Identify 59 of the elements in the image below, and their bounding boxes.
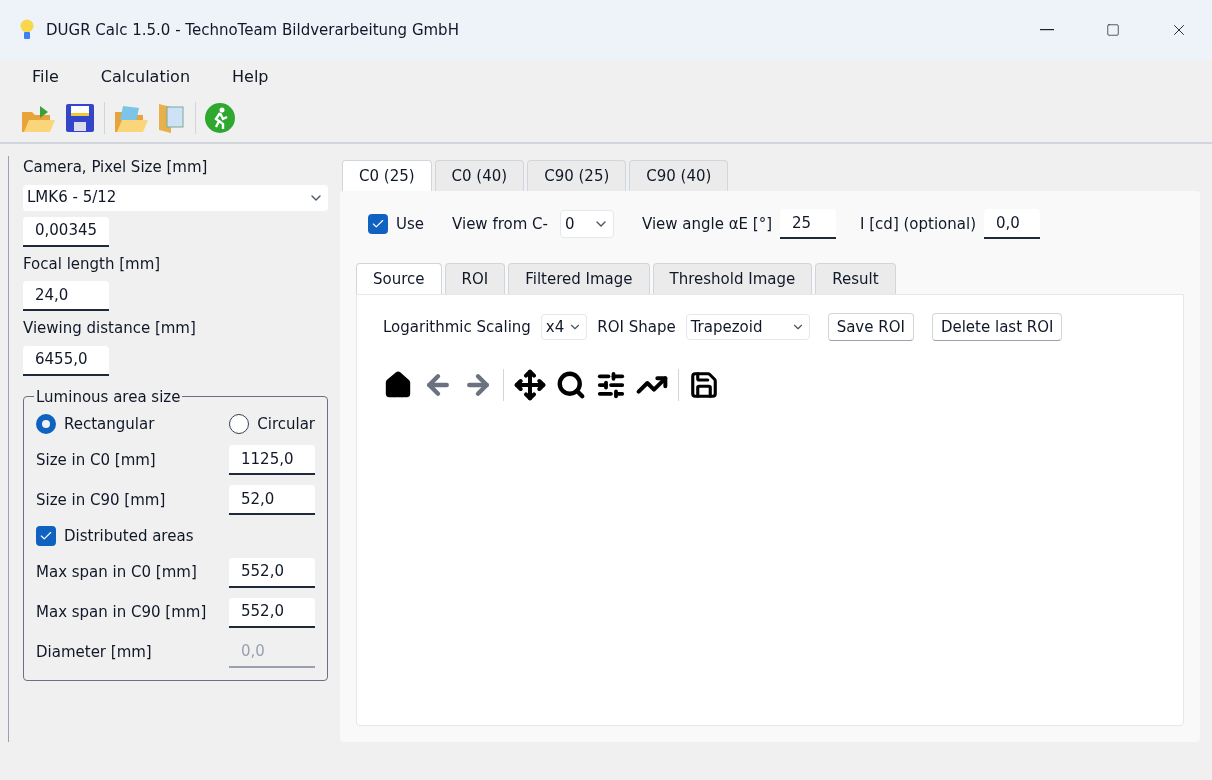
- tab[interactable]: C90 (25): [527, 160, 627, 191]
- pan-icon[interactable]: [514, 369, 546, 401]
- number-field[interactable]: 1125,0: [229, 445, 315, 475]
- number-field[interactable]: 552,0: [229, 597, 315, 628]
- field-label: Focal length [mm]: [23, 253, 162, 275]
- field-label: View from C-: [452, 213, 548, 235]
- menu-item[interactable]: File: [16, 65, 75, 89]
- minimize-icon: [1040, 29, 1054, 31]
- lightbulb-icon: [20, 19, 34, 41]
- radio-label: Circular: [257, 413, 315, 435]
- action-button[interactable]: Delete last ROI: [931, 313, 1063, 341]
- tab[interactable]: Result: [815, 263, 896, 294]
- action-button[interactable]: Save ROI: [827, 313, 914, 341]
- pixel-size-field[interactable]: 0,00345: [23, 216, 109, 247]
- tab[interactable]: C0 (40): [434, 160, 525, 191]
- maximize-icon: [1106, 23, 1120, 37]
- field-label: Max span in C0 [mm]: [36, 562, 197, 584]
- focal-length-field[interactable]: 24,0: [23, 281, 109, 311]
- view-from-dropdown[interactable]: 0: [559, 210, 614, 238]
- home-icon[interactable]: [383, 370, 413, 400]
- field-label: Size in C0 [mm]: [36, 449, 156, 471]
- intensity-field[interactable]: 0,0: [984, 209, 1040, 239]
- tab[interactable]: C0 (25): [342, 160, 432, 191]
- running-figure-icon[interactable]: [204, 102, 236, 134]
- checkbox-label: Use: [396, 213, 425, 235]
- menu-item[interactable]: Calculation: [84, 65, 207, 89]
- roi-shape-dropdown[interactable]: Trapezoid: [685, 314, 810, 340]
- tab[interactable]: Source: [356, 263, 442, 294]
- tab[interactable]: Filtered Image: [508, 263, 650, 294]
- field-label: ROI Shape: [597, 316, 676, 338]
- tab[interactable]: C90 (40): [629, 160, 729, 191]
- field-label: Size in C90 [mm]: [36, 489, 166, 511]
- tab[interactable]: Threshold Image: [652, 263, 813, 294]
- checkbox-label: Distributed areas: [64, 526, 194, 547]
- field-label: Logarithmic Scaling: [383, 316, 531, 338]
- checkmark-icon: [371, 217, 385, 231]
- field-label: Viewing distance [mm]: [23, 318, 197, 339]
- sliders-icon[interactable]: [596, 370, 626, 400]
- scaling-dropdown[interactable]: x4: [540, 314, 588, 340]
- save-icon[interactable]: [689, 370, 719, 400]
- window-title: DUGR Calc 1.5.0 - TechnoTeam Bildverarbeitung GmbH: [46, 19, 459, 41]
- checkbox[interactable]: [368, 214, 388, 234]
- search-icon[interactable]: [556, 370, 586, 400]
- distance-field[interactable]: 6455,0: [23, 345, 109, 376]
- camera-dropdown[interactable]: LMK6 - 5/12: [23, 184, 328, 211]
- field-label: I [cd] (optional): [860, 213, 976, 235]
- view-angle-field[interactable]: 25: [780, 209, 837, 239]
- field-label: Max span in C90 [mm]: [36, 602, 207, 624]
- checkbox[interactable]: [36, 526, 56, 547]
- field-label: Camera, Pixel Size [mm]: [23, 157, 209, 178]
- field-label: Diameter [mm]: [36, 642, 152, 664]
- number-field[interactable]: 552,0: [229, 557, 315, 588]
- radio-button[interactable]: [36, 413, 56, 434]
- radio-button[interactable]: [229, 413, 250, 434]
- number-field[interactable]: 52,0: [229, 485, 315, 515]
- field-label: View angle αE [°]: [641, 213, 773, 235]
- menu-item[interactable]: Help: [216, 65, 285, 89]
- radio-label: Rectangular: [64, 413, 155, 435]
- tab[interactable]: ROI: [444, 263, 506, 294]
